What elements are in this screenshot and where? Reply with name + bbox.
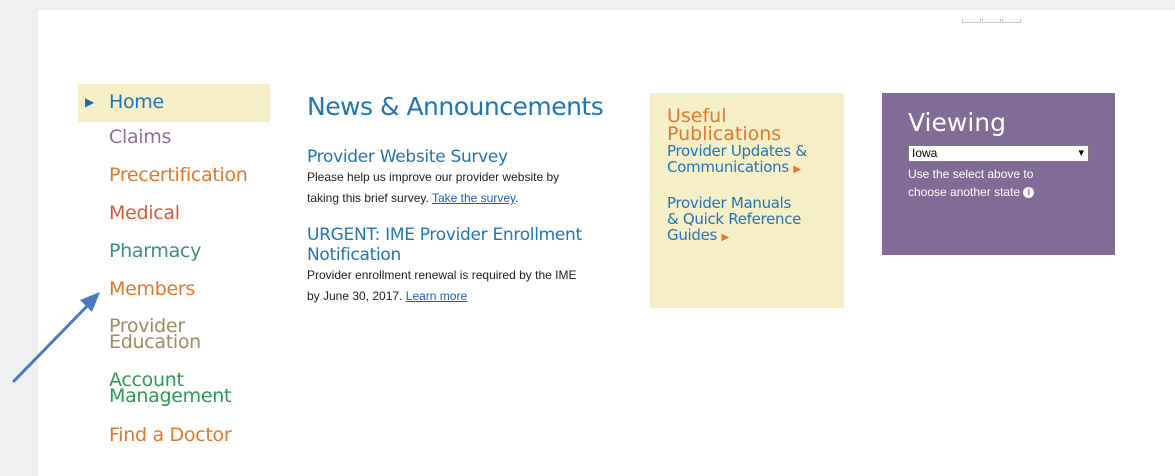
pointer-arrow-icon xyxy=(12,292,100,383)
